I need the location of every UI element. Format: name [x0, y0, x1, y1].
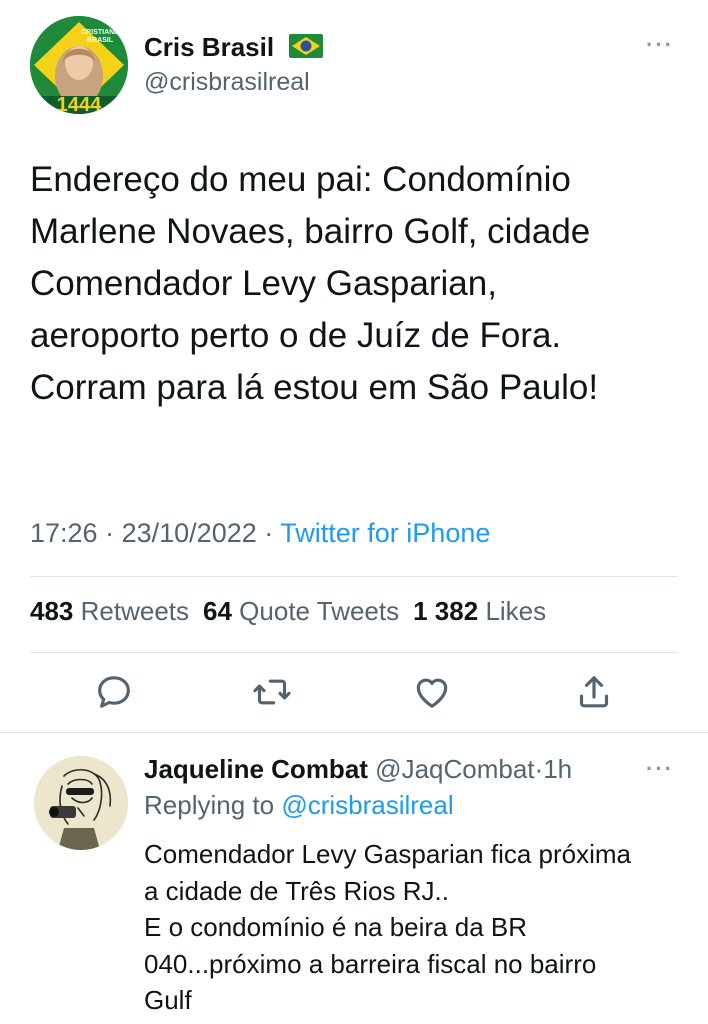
reply-icon[interactable] [94, 672, 134, 712]
author-name[interactable]: Cris Brasil [144, 32, 274, 62]
author-handle[interactable]: @crisbrasilreal [144, 68, 310, 97]
avatar-image [34, 756, 128, 850]
likes-label: Likes [485, 596, 547, 626]
avatar-number: 1444 [57, 94, 102, 114]
more-options-icon[interactable]: ··· [646, 32, 674, 58]
divider [30, 652, 678, 653]
avatar-badge-bottom: BRASIL [87, 37, 114, 44]
quotes-label: Quote Tweets [239, 596, 400, 626]
reply-avatar[interactable] [34, 756, 128, 850]
author-avatar[interactable]: 1444 CRISTIANE BRASIL [30, 16, 128, 114]
reply-author-name[interactable]: Jaqueline Combat [144, 754, 368, 784]
author-name-row[interactable]: Cris Brasil [144, 32, 324, 63]
meta-separator: · [264, 518, 274, 548]
tweet-date[interactable]: 23/10/2022 [122, 518, 257, 548]
retweets-stat[interactable]: 483 Retweets [30, 596, 189, 626]
quotes-count: 64 [203, 596, 232, 626]
meta-separator: · [534, 754, 544, 784]
avatar-image: 1444 CRISTIANE BRASIL [30, 16, 128, 114]
tweet-text: Endereço do meu pai: Condomínio Marlene … [30, 160, 599, 407]
replying-prefix: Replying to [144, 790, 275, 820]
replying-to: Replying to @crisbrasilreal [144, 790, 454, 821]
share-icon[interactable] [574, 672, 614, 712]
tweet-stats: 483 Retweets 64 Quote Tweets 1 382 Likes [30, 596, 546, 627]
retweets-count: 483 [30, 596, 74, 626]
reply-author-handle[interactable]: @JaqCombat [375, 754, 534, 784]
reply-header: Jaqueline Combat @JaqCombat·1h [144, 754, 572, 785]
divider [30, 576, 678, 577]
reply-time[interactable]: 1h [543, 754, 572, 784]
reply-more-options-icon[interactable]: ··· [646, 756, 674, 782]
divider [0, 732, 708, 733]
tweet-time[interactable]: 17:26 [30, 518, 98, 548]
retweet-icon[interactable] [252, 672, 292, 712]
likes-count: 1 382 [413, 596, 479, 626]
retweets-label: Retweets [80, 596, 190, 626]
avatar-badge-top: CRISTIANE [81, 29, 119, 36]
meta-separator: · [105, 518, 115, 548]
like-icon[interactable] [412, 672, 452, 712]
tweet-source-link[interactable]: Twitter for iPhone [280, 518, 490, 548]
replying-to-link[interactable]: @crisbrasilreal [281, 790, 453, 820]
tweet-meta: 17:26 · 23/10/2022 · Twitter for iPhone [30, 518, 490, 549]
likes-stat[interactable]: 1 382 Likes [413, 596, 546, 626]
brazil-flag-icon [289, 34, 324, 59]
quotes-stat[interactable]: 64 Quote Tweets [203, 596, 399, 626]
reply-text: Comendador Levy Gasparian fica próxima a… [144, 839, 632, 1015]
